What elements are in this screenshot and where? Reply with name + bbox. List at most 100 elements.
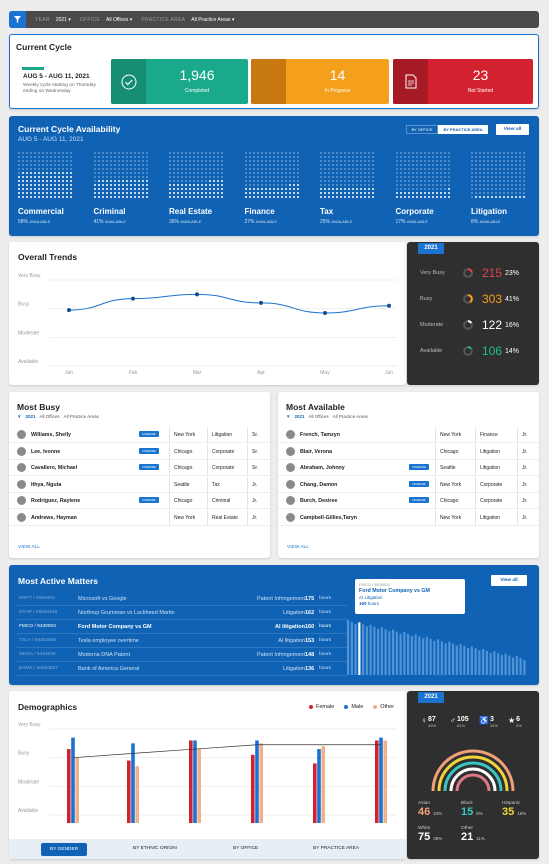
list-item[interactable]: Lee, Ivonne DIVERSE Chicago Corporate Sr. — [9, 443, 270, 460]
availability-category[interactable]: Corporate 17% AVAILABLE — [395, 152, 464, 225]
matter-row[interactable]: NTHP / 56584448 Northrup Grumman vs Lockh… — [17, 607, 347, 620]
demographic-bar[interactable] — [75, 757, 79, 823]
matter-bar[interactable] — [399, 633, 402, 675]
availability-category[interactable]: Criminal 41% AVAILABLE — [93, 152, 162, 225]
availability-category[interactable]: Tax 25% AVAILABLE — [320, 152, 388, 225]
most-available-filters[interactable]: ▼ 2021 All Offices All Practice Areas — [286, 414, 368, 419]
demographic-bar[interactable] — [321, 746, 325, 823]
matter-bar[interactable] — [350, 622, 353, 675]
demographic-bar[interactable] — [67, 749, 71, 823]
matter-bar[interactable] — [455, 645, 458, 675]
matter-bar[interactable] — [392, 629, 395, 675]
matter-bar[interactable] — [354, 624, 357, 675]
list-item[interactable]: Burch, Desiree DIVERSE Chicago Corporate Jr. — [278, 493, 539, 509]
matter-bar[interactable] — [358, 622, 361, 675]
matter-bar[interactable] — [515, 656, 518, 675]
trend-point[interactable] — [67, 308, 71, 313]
matter-bar[interactable] — [485, 650, 488, 675]
list-item[interactable]: Ithya, Nguta Seattle Tax Jr. — [9, 476, 270, 493]
trend-point[interactable] — [323, 310, 327, 315]
list-item[interactable]: Williams, Shelly DIVERSE New York Litigatio… — [9, 427, 270, 443]
matter-bar[interactable] — [347, 620, 350, 675]
in-progress-card[interactable]: 14 In Progress — [251, 59, 389, 104]
trend-stat-row[interactable]: Very Busy 215 23% — [407, 263, 539, 283]
availability-category[interactable]: Commercial 58% AVAILABLE — [18, 152, 86, 225]
demographic-bar[interactable] — [375, 740, 379, 823]
matter-row[interactable]: FMCO / 9430003 Ford Motor Company vs GM AI… — [17, 621, 347, 634]
most-available-view-all[interactable]: VIEW ALL — [287, 545, 309, 550]
demographic-bar[interactable] — [317, 749, 321, 823]
matter-bar[interactable] — [365, 626, 368, 675]
availability-view-all-button[interactable]: View all — [496, 124, 529, 135]
matter-row[interactable]: MDNA / 5494939 Moderna DNA Patent Patent I… — [17, 649, 347, 662]
list-item[interactable]: Chang, Damon DIVERSE New York Corporate Jr. — [278, 476, 539, 493]
matter-bar[interactable] — [452, 643, 455, 675]
demographic-bar[interactable] — [251, 754, 255, 823]
matter-bar[interactable] — [519, 658, 522, 675]
demographic-bar[interactable] — [255, 740, 259, 823]
matter-row[interactable]: BAMS / 56584557 Bank of America General Li… — [17, 663, 347, 676]
matter-bar[interactable] — [459, 644, 462, 675]
demographic-bar[interactable] — [383, 740, 387, 823]
matter-bar[interactable] — [470, 646, 473, 675]
matter-bar[interactable] — [407, 634, 410, 675]
matter-bar[interactable] — [440, 641, 443, 675]
matter-bar[interactable] — [482, 648, 485, 675]
tab-by-office[interactable]: BY OFFICE — [233, 846, 258, 851]
matter-bar[interactable] — [474, 648, 477, 675]
demographic-bar[interactable] — [313, 763, 317, 823]
list-item[interactable]: French, Tamzyn New York Finance Jr. — [278, 427, 539, 443]
completed-card[interactable]: 1,946 Completed — [111, 59, 248, 104]
demographic-bar[interactable] — [71, 737, 75, 823]
availability-category[interactable]: Real Estate 36% AVAILABLE — [169, 152, 237, 225]
trend-stat-row[interactable]: Moderate 122 16% — [407, 315, 539, 335]
demographic-bar[interactable] — [135, 766, 139, 823]
matter-bar[interactable] — [425, 636, 428, 675]
matter-bar[interactable] — [395, 631, 398, 675]
matter-bar[interactable] — [422, 638, 425, 675]
trend-point[interactable] — [387, 303, 391, 308]
not-started-card[interactable]: 23 Not Started — [393, 59, 533, 104]
matter-bar[interactable] — [384, 629, 387, 675]
matter-bar[interactable] — [388, 631, 391, 675]
trend-point[interactable] — [259, 300, 263, 305]
list-item[interactable]: Blair, Verona Chicago Litigation Jr. — [278, 443, 539, 460]
matter-bar[interactable] — [497, 653, 500, 675]
matter-bar[interactable] — [410, 636, 413, 675]
matter-bar[interactable] — [508, 655, 511, 675]
matter-bar[interactable] — [418, 636, 421, 675]
matter-row[interactable]: MSFT / 4069483 Microsoft vs Google Patent … — [17, 593, 347, 606]
matter-bar[interactable] — [478, 650, 481, 675]
matter-bar[interactable] — [433, 640, 436, 675]
list-item[interactable]: Cavallero, Michael DIVERSE Chicago Corporat… — [9, 460, 270, 476]
most-busy-view-all[interactable]: VIEW ALL — [18, 545, 40, 550]
matter-bar[interactable] — [504, 653, 507, 675]
trend-point[interactable] — [195, 292, 199, 297]
demographic-bar[interactable] — [131, 743, 135, 823]
matter-bar[interactable] — [444, 643, 447, 675]
list-item[interactable]: Rodriguez, Raylene DIVERSE Chicago Criminal… — [9, 493, 270, 509]
trend-point[interactable] — [131, 296, 135, 301]
tab-by-practice-area[interactable]: BY PRACTICE AREA — [313, 846, 359, 851]
list-item[interactable]: Andrews, Hayman New York Real Estate Jr. — [9, 509, 270, 526]
demographic-bar[interactable] — [379, 737, 383, 823]
demographic-bar[interactable] — [193, 740, 197, 823]
by-practice-toggle[interactable]: BY PRACTICE AREA — [438, 125, 488, 134]
matter-bar[interactable] — [437, 639, 440, 675]
matter-bar[interactable] — [467, 648, 470, 675]
matter-row[interactable]: TSLA / 56483659 Tesla employee overtime AI… — [17, 635, 347, 648]
matter-bar[interactable] — [377, 628, 380, 675]
matters-view-all-button[interactable]: View all — [491, 575, 527, 586]
demographic-bar[interactable] — [127, 760, 131, 823]
demographic-bar[interactable] — [197, 749, 201, 823]
list-item[interactable]: Campbell-Gillies,Taryn New York Litigation… — [278, 509, 539, 526]
matter-bar[interactable] — [500, 655, 503, 675]
by-office-toggle[interactable]: BY OFFICE — [406, 125, 438, 134]
demographic-bar[interactable] — [189, 740, 193, 823]
most-busy-filters[interactable]: ▼ 2021 All Offices All Practice Areas — [17, 414, 99, 419]
matter-bar[interactable] — [489, 652, 492, 675]
demographic-bar[interactable] — [259, 743, 263, 823]
office-select[interactable]: All Offices ▾ — [106, 17, 132, 23]
availability-category[interactable]: Finance 27% AVAILABLE — [244, 152, 313, 225]
matter-bar[interactable] — [403, 632, 406, 675]
